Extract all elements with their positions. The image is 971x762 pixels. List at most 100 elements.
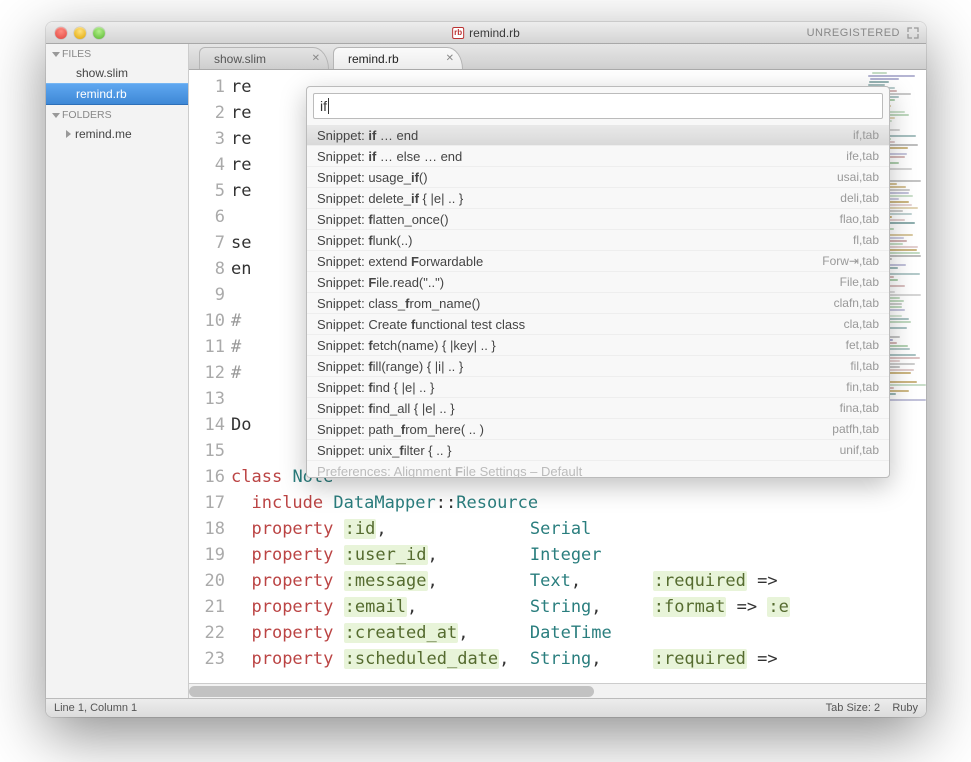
code-line: property :user_id, Integer <box>231 542 926 568</box>
palette-item-label: Snippet: flunk(..) <box>317 233 412 248</box>
palette-item-trigger: usai,tab <box>837 170 879 184</box>
palette-item-label: Snippet: if … else … end <box>317 149 462 164</box>
palette-item[interactable]: Snippet: fetch(name) { |key| .. } fet,tab <box>307 334 889 355</box>
disclosure-down-icon <box>52 113 60 118</box>
palette-item-label: Snippet: flatten_once() <box>317 212 449 227</box>
close-icon[interactable]: ✕ <box>446 53 454 64</box>
line-number: 12 <box>189 360 225 386</box>
palette-item-label: Snippet: class_from_name() <box>317 296 480 311</box>
palette-item-trigger: File,tab <box>840 275 879 289</box>
palette-item[interactable]: Snippet: path_from_here( .. )patfh,tab <box>307 418 889 439</box>
palette-item[interactable]: Snippet: delete_if { |e| .. } deli,tab <box>307 187 889 208</box>
line-number: 5 <box>189 178 225 204</box>
text-caret <box>328 98 329 114</box>
palette-item-trigger: cla,tab <box>844 317 879 331</box>
code-line: property :created_at, DateTime <box>231 620 926 646</box>
scrollbar-thumb[interactable] <box>189 686 594 697</box>
palette-item-trigger: Forw⇥,tab <box>822 254 879 268</box>
tab-bar: show.slim ✕ remind.rb ✕ <box>189 44 926 70</box>
sidebar-folder-remind-me[interactable]: remind.me <box>46 124 188 144</box>
status-tab-size[interactable]: Tab Size: 2 <box>826 702 880 714</box>
palette-item[interactable]: Snippet: extend ForwardableForw⇥,tab <box>307 250 889 271</box>
disclosure-down-icon <box>52 52 60 57</box>
status-language[interactable]: Ruby <box>892 702 918 714</box>
tab-show-slim[interactable]: show.slim ✕ <box>199 47 329 69</box>
palette-item-label: Snippet: delete_if { |e| .. } <box>317 191 463 206</box>
sidebar-file-remind-rb[interactable]: remind.rb <box>46 83 188 105</box>
line-number: 16 <box>189 464 225 490</box>
code-line: property :scheduled_date, String, :requi… <box>231 646 926 672</box>
palette-item-label: Snippet: if … end <box>317 128 418 143</box>
unregistered-label: UNREGISTERED <box>807 27 900 39</box>
palette-item[interactable]: Snippet: flatten_once() flao,tab <box>307 208 889 229</box>
palette-item-trigger: fet,tab <box>846 338 879 352</box>
line-number: 3 <box>189 126 225 152</box>
sidebar: FILES show.slim remind.rb FOLDERS remind… <box>46 44 189 698</box>
line-number: 21 <box>189 594 225 620</box>
line-number: 10 <box>189 308 225 334</box>
palette-item-label: Preferences: Alignment File Settings – D… <box>317 464 582 478</box>
palette-item-trigger: fin,tab <box>846 380 879 394</box>
palette-item-trigger: clafn,tab <box>834 296 879 310</box>
palette-item-trigger: patfh,tab <box>832 422 879 436</box>
palette-item-trigger: fina,tab <box>840 401 879 415</box>
palette-item[interactable]: Snippet: File.read("..")File,tab <box>307 271 889 292</box>
window-title: rb remind.rb <box>452 26 520 40</box>
ruby-file-icon: rb <box>452 27 464 39</box>
palette-item[interactable]: Snippet: if … end if,tab <box>307 125 889 145</box>
command-palette-list: Snippet: if … end if,tab Snippet: if … els… <box>307 125 889 477</box>
zoom-window-button[interactable] <box>93 27 105 39</box>
line-number: 22 <box>189 620 225 646</box>
command-palette-input[interactable]: if <box>313 93 883 119</box>
minimize-window-button[interactable] <box>74 27 86 39</box>
palette-item[interactable]: Snippet: find_all { |e| .. } fina,tab <box>307 397 889 418</box>
horizontal-scrollbar[interactable] <box>189 683 926 698</box>
chevron-right-icon <box>66 130 71 138</box>
palette-item[interactable]: Preferences: Alignment File Settings – D… <box>307 460 889 477</box>
palette-item-label: Snippet: find { |e| .. } <box>317 380 434 395</box>
palette-item-trigger: if,tab <box>853 128 879 142</box>
code-line: include DataMapper::Resource <box>231 490 926 516</box>
code-line: property :email, String, :format => :e <box>231 594 926 620</box>
palette-item-trigger: ife,tab <box>846 149 879 163</box>
line-number: 18 <box>189 516 225 542</box>
palette-item-label: Snippet: find_all { |e| .. } <box>317 401 455 416</box>
fullscreen-icon[interactable] <box>906 26 920 40</box>
close-window-button[interactable] <box>55 27 67 39</box>
palette-item[interactable]: Snippet: fill(range) { |i| .. } fil,tab <box>307 355 889 376</box>
palette-item-label: Snippet: fetch(name) { |key| .. } <box>317 338 496 353</box>
palette-item-label: Snippet: fill(range) { |i| .. } <box>317 359 463 374</box>
palette-item-label: Snippet: usage_if() <box>317 170 428 185</box>
close-icon[interactable]: ✕ <box>312 53 320 64</box>
line-number: 8 <box>189 256 225 282</box>
line-number: 2 <box>189 100 225 126</box>
command-palette-query: if <box>320 98 327 114</box>
line-number: 20 <box>189 568 225 594</box>
line-number: 6 <box>189 204 225 230</box>
line-number: 13 <box>189 386 225 412</box>
palette-item[interactable]: Snippet: find { |e| .. } fin,tab <box>307 376 889 397</box>
palette-item-trigger: fl,tab <box>853 233 879 247</box>
palette-item-trigger: fil,tab <box>850 359 879 373</box>
sidebar-file-show-slim[interactable]: show.slim <box>46 63 188 83</box>
line-number: 1 <box>189 74 225 100</box>
palette-item[interactable]: Snippet: flunk(..) fl,tab <box>307 229 889 250</box>
line-number: 4 <box>189 152 225 178</box>
code-line: property :message, Text, :required => <box>231 568 926 594</box>
status-bar: Line 1, Column 1 Tab Size: 2 Ruby <box>46 698 926 717</box>
palette-item-trigger: deli,tab <box>840 191 879 205</box>
palette-item-trigger: flao,tab <box>840 212 879 226</box>
code-line: property :id, Serial <box>231 516 926 542</box>
line-number: 23 <box>189 646 225 672</box>
command-palette: if Snippet: if … endif,tabSnippet: if … … <box>306 86 890 478</box>
palette-item[interactable]: Snippet: class_from_name() clafn,tab <box>307 292 889 313</box>
palette-item[interactable]: Snippet: if … else … end ife,tab <box>307 145 889 166</box>
sidebar-files-heading[interactable]: FILES <box>46 44 188 63</box>
tab-remind-rb[interactable]: remind.rb ✕ <box>333 47 463 69</box>
palette-item[interactable]: Snippet: Create functional test classcla… <box>307 313 889 334</box>
palette-item[interactable]: Snippet: unix_filter { .. }unif,tab <box>307 439 889 460</box>
status-cursor-position[interactable]: Line 1, Column 1 <box>54 702 137 714</box>
sidebar-folders-heading[interactable]: FOLDERS <box>46 105 188 124</box>
palette-item[interactable]: Snippet: usage_if() usai,tab <box>307 166 889 187</box>
line-number: 17 <box>189 490 225 516</box>
